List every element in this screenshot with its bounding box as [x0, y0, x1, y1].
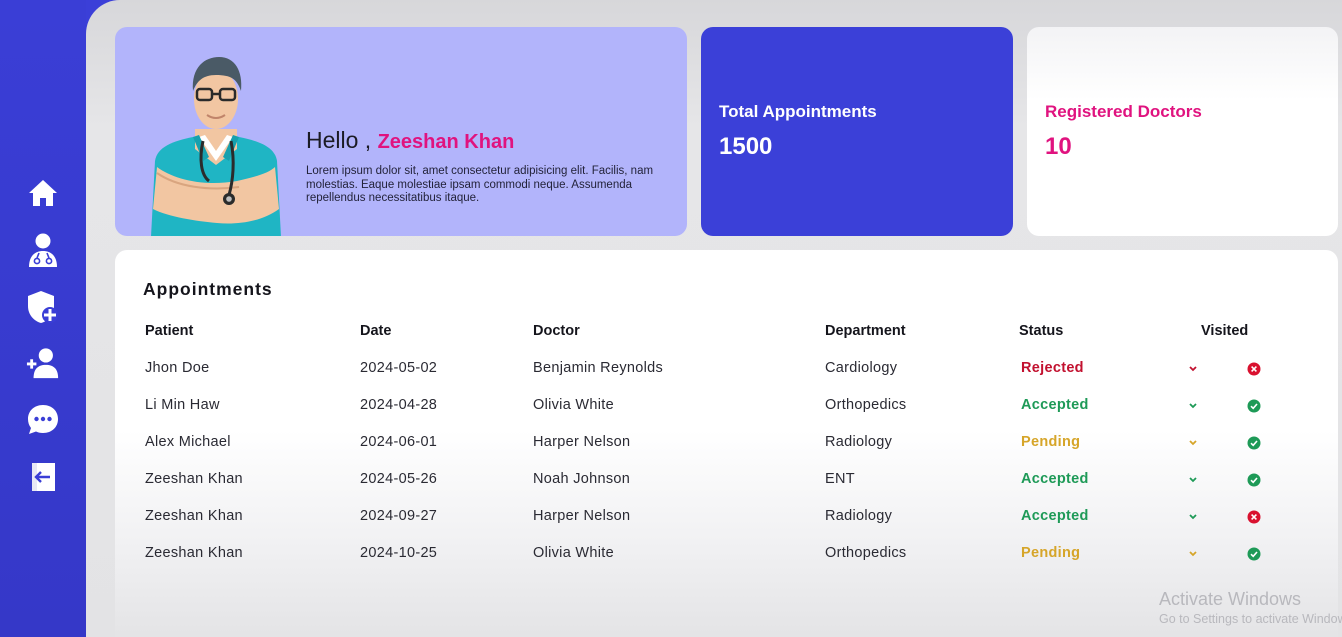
- cell-patient: Zeeshan Khan: [145, 471, 243, 487]
- doctor-illustration: [151, 57, 281, 236]
- cell-department: ENT: [825, 471, 855, 487]
- table-row: Li Min Haw 2024-04-28 Olivia White Orthoped…: [115, 397, 1338, 434]
- cell-date: 2024-04-28: [360, 397, 438, 413]
- cell-patient: Jhon Doe: [145, 360, 210, 376]
- registered-doctors-card: Registered Doctors 10: [1027, 27, 1338, 236]
- greeting-text: Hello , Zeeshan Khan: [306, 127, 514, 154]
- user-name: Zeeshan Khan: [377, 131, 515, 153]
- not-visited-x-icon: [1247, 510, 1261, 524]
- cell-doctor: Harper Nelson: [533, 434, 631, 450]
- cell-patient: Zeeshan Khan: [145, 508, 243, 524]
- status-select[interactable]: Accepted: [1021, 471, 1089, 487]
- status-select[interactable]: Rejected: [1021, 360, 1084, 376]
- chevron-down-icon[interactable]: [1188, 476, 1198, 484]
- appointments-title: Appointments: [143, 279, 273, 299]
- header-status: Status: [1019, 323, 1064, 339]
- cell-doctor: Benjamin Reynolds: [533, 360, 664, 376]
- add-user-icon[interactable]: [26, 346, 60, 380]
- main-content: Hello , Zeeshan Khan Lorem ipsum dolor s…: [86, 0, 1342, 637]
- total-appointments-card: Total Appointments 1500: [701, 27, 1013, 236]
- cell-patient: Zeeshan Khan: [145, 545, 243, 561]
- cell-department: Radiology: [825, 508, 893, 524]
- sidebar: [0, 0, 86, 637]
- visited-check-icon: [1247, 399, 1261, 413]
- chevron-down-icon[interactable]: [1188, 513, 1198, 521]
- cell-patient: Li Min Haw: [145, 397, 220, 413]
- registered-doctors-label: Registered Doctors: [1045, 102, 1202, 121]
- watermark-subtitle: Go to Settings to activate Windows.: [1159, 612, 1342, 626]
- table-row: Zeeshan Khan 2024-09-27 Harper Nelson Radio…: [115, 508, 1338, 545]
- logout-icon[interactable]: [26, 460, 60, 494]
- chat-icon[interactable]: [26, 403, 60, 437]
- header-department: Department: [825, 323, 906, 339]
- cell-doctor: Harper Nelson: [533, 508, 631, 524]
- cell-department: Orthopedics: [825, 545, 907, 561]
- cell-doctor: Olivia White: [533, 397, 614, 413]
- cell-department: Radiology: [825, 434, 893, 450]
- welcome-card: Hello , Zeeshan Khan Lorem ipsum dolor s…: [115, 27, 687, 236]
- cell-date: 2024-05-02: [360, 360, 438, 376]
- chevron-down-icon[interactable]: [1188, 550, 1198, 558]
- appointments-table-card: Appointments Patient Date Doctor Departm…: [115, 250, 1338, 637]
- greeting-prefix: Hello ,: [306, 127, 378, 153]
- table-row: Jhon Doe 2024-05-02 Benjamin Reynolds Cardi…: [115, 360, 1338, 397]
- doctor-icon[interactable]: [26, 233, 60, 267]
- registered-doctors-value: 10: [1045, 133, 1072, 160]
- home-icon[interactable]: [26, 176, 60, 210]
- status-select[interactable]: Accepted: [1021, 397, 1089, 413]
- total-appointments-label: Total Appointments: [719, 102, 877, 121]
- watermark-title: Activate Windows: [1159, 589, 1302, 609]
- table-row: Zeeshan Khan 2024-05-26 Noah Johnson ENT Acc…: [115, 471, 1338, 508]
- cell-date: 2024-05-26: [360, 471, 438, 487]
- cell-department: Cardiology: [825, 360, 898, 376]
- not-visited-x-icon: [1247, 362, 1261, 376]
- total-appointments-value: 1500: [719, 133, 773, 160]
- activate-windows-watermark: Activate Windows Go to Settings to activ…: [1159, 589, 1342, 626]
- status-select[interactable]: Accepted: [1021, 508, 1089, 524]
- header-patient: Patient: [145, 323, 194, 339]
- welcome-description: Lorem ipsum dolor sit, amet consectetur …: [306, 165, 654, 204]
- cell-date: 2024-10-25: [360, 545, 438, 561]
- visited-check-icon: [1247, 436, 1261, 450]
- cell-doctor: Noah Johnson: [533, 471, 631, 487]
- cell-date: 2024-09-27: [360, 508, 438, 524]
- status-select[interactable]: Pending: [1021, 434, 1080, 450]
- cell-doctor: Olivia White: [533, 545, 614, 561]
- status-select[interactable]: Pending: [1021, 545, 1080, 561]
- table-row: Alex Michael 2024-06-01 Harper Nelson Radio…: [115, 434, 1338, 471]
- cell-department: Orthopedics: [825, 397, 907, 413]
- chevron-down-icon[interactable]: [1188, 365, 1198, 373]
- cell-date: 2024-06-01: [360, 434, 438, 450]
- chevron-down-icon[interactable]: [1188, 402, 1198, 410]
- chevron-down-icon[interactable]: [1188, 439, 1198, 447]
- header-visited: Visited: [1201, 323, 1249, 339]
- header-date: Date: [360, 323, 392, 339]
- header-doctor: Doctor: [533, 323, 580, 339]
- visited-check-icon: [1247, 473, 1261, 487]
- cell-patient: Alex Michael: [145, 434, 231, 450]
- table-row: Zeeshan Khan 2024-10-25 Olivia White Orthop…: [115, 545, 1338, 582]
- shield-plus-icon[interactable]: [26, 290, 60, 324]
- visited-check-icon: [1247, 547, 1261, 561]
